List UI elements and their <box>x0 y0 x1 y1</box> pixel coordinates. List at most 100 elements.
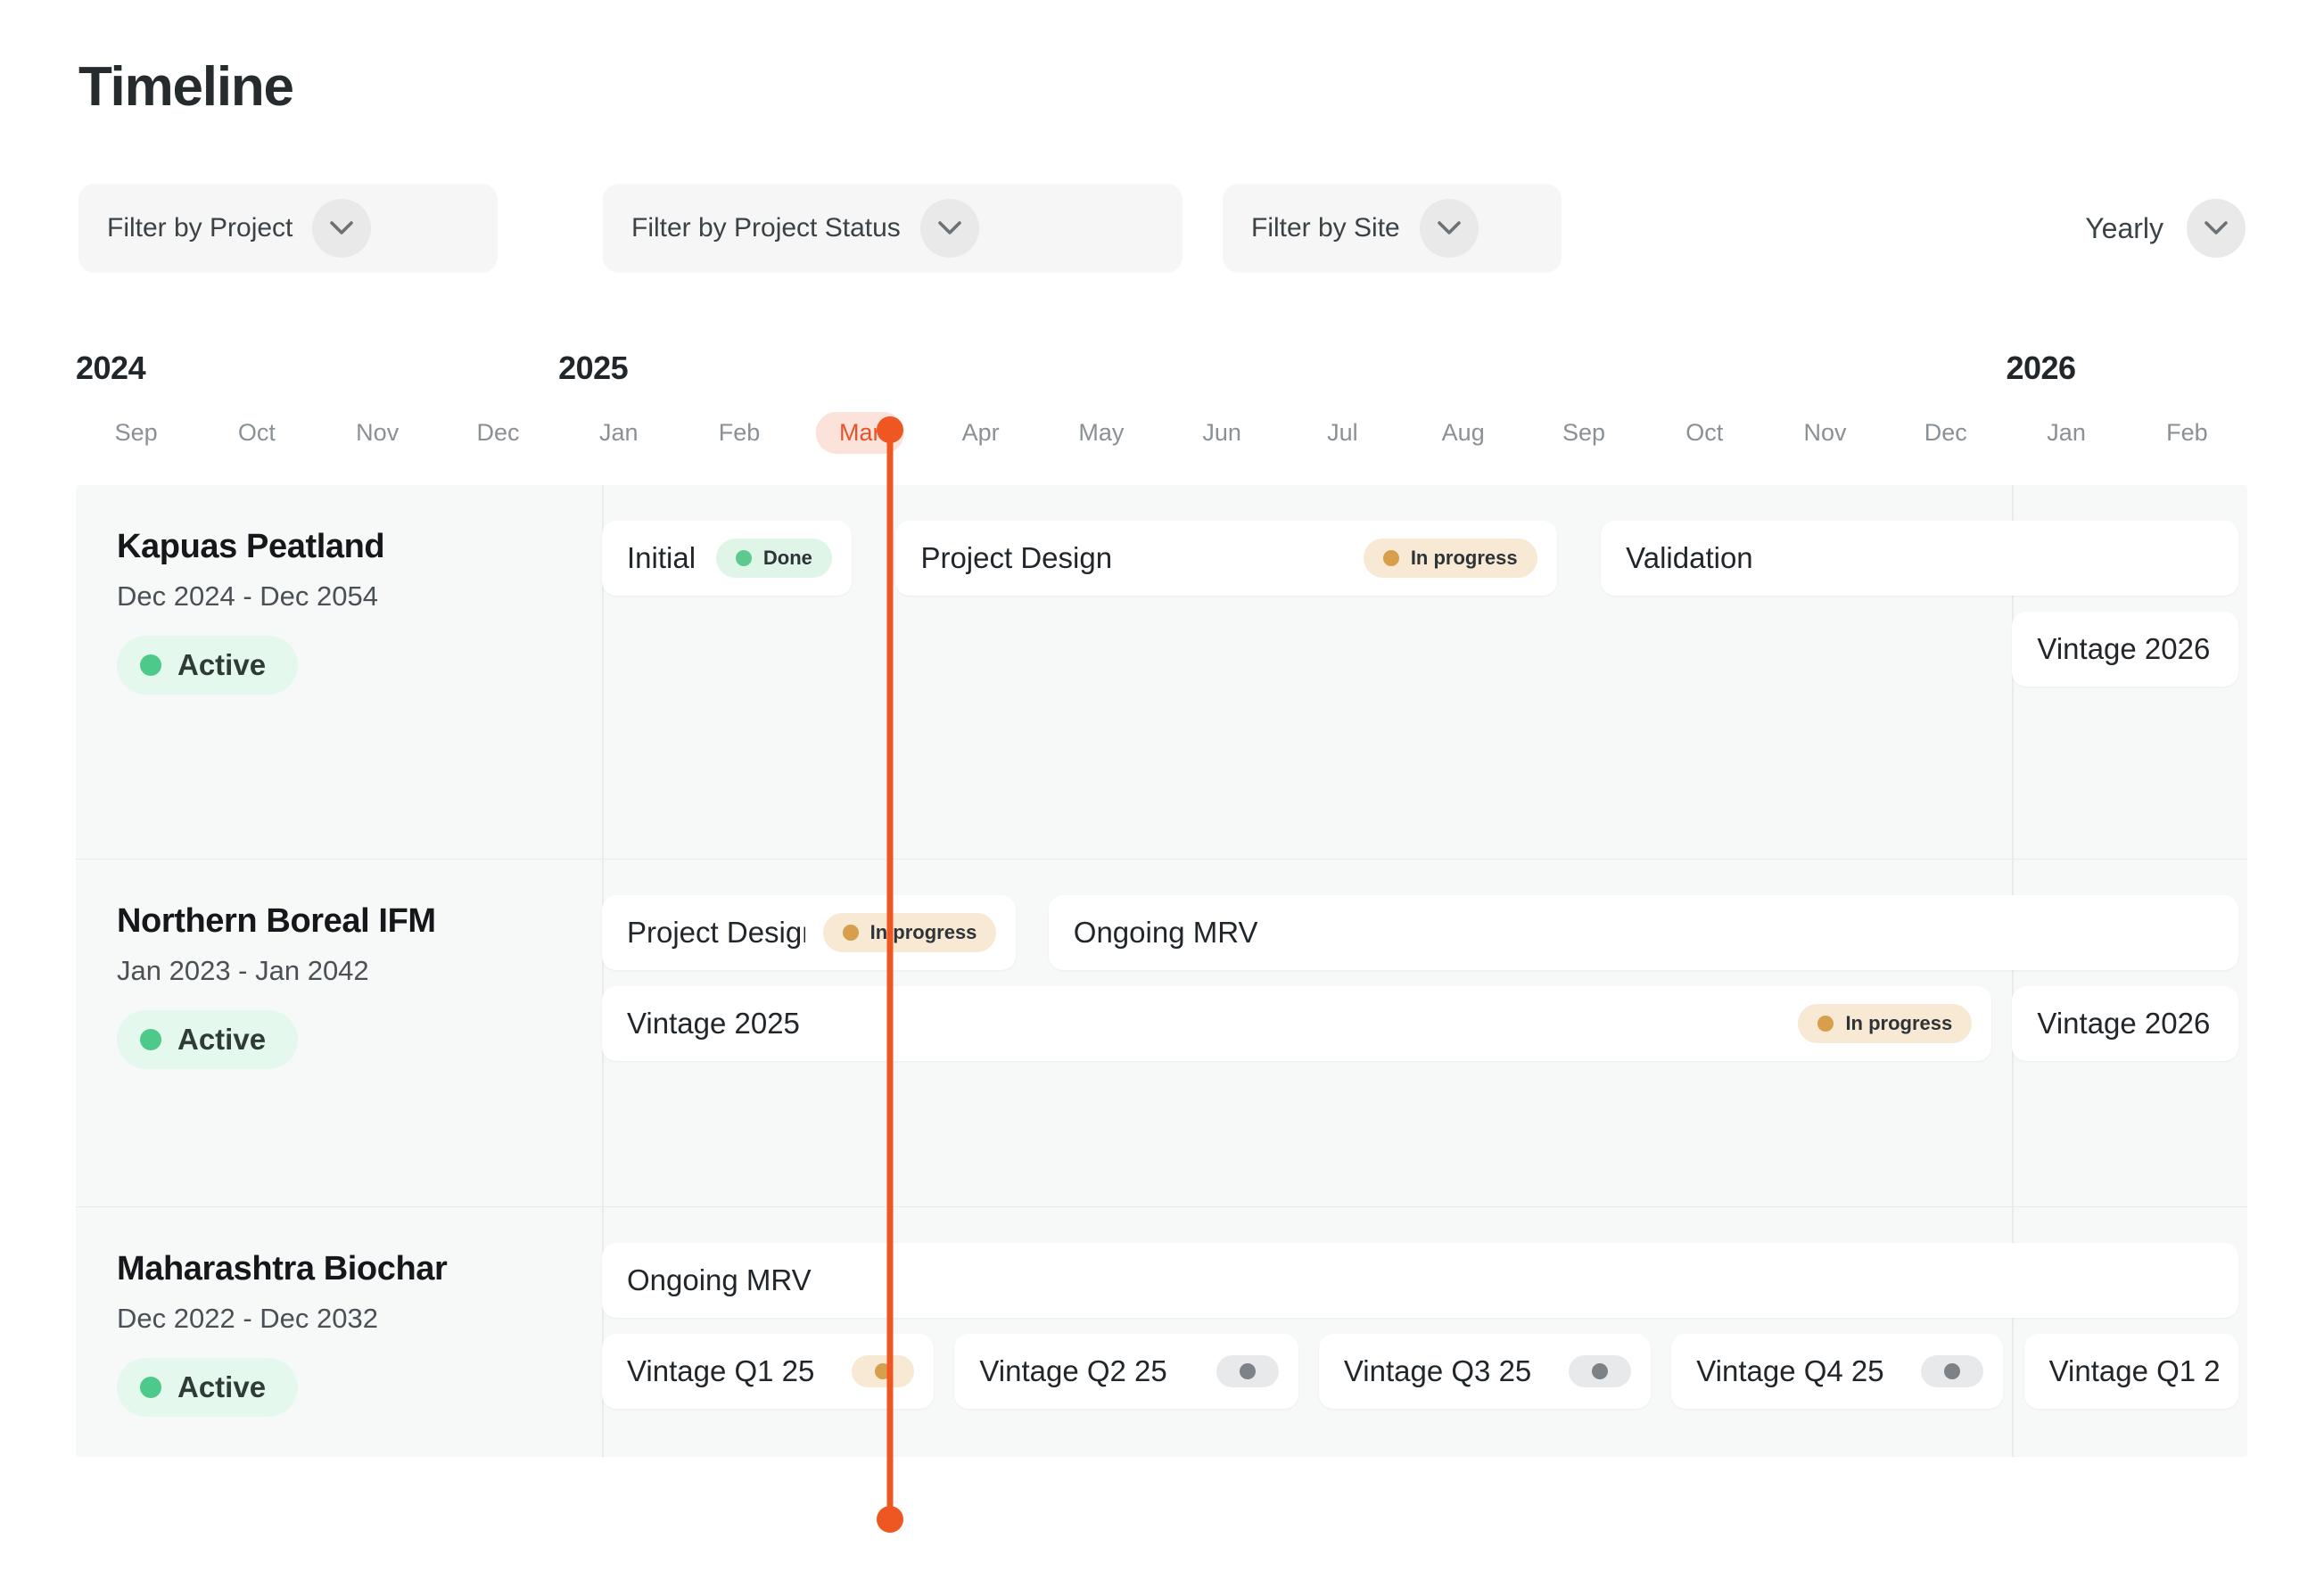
timeline-bar-title: Vintage 2026 <box>2037 1007 2211 1040</box>
project-date-range: Dec 2024 - Dec 2054 <box>117 580 378 612</box>
month-label[interactable]: Jan <box>599 419 639 447</box>
timeline-bar[interactable]: Project Design In progress <box>895 521 1557 596</box>
lane: Vintage 2025 In progress Vintage 2026 <box>602 986 2247 1061</box>
month-label[interactable]: Jan <box>2047 419 2086 447</box>
lane: Initial... Done Project Design In progress V… <box>602 521 2247 596</box>
row-label: Maharashtra Biochar Dec 2022 - Dec 2032 Ac… <box>76 1207 602 1457</box>
badge-label: In progress <box>869 921 977 943</box>
month-label[interactable]: Oct <box>238 419 276 447</box>
month-label[interactable]: Sep <box>115 419 158 447</box>
timeline-bar[interactable]: Vintage Q1 25 <box>602 1334 935 1409</box>
timeline-row[interactable]: Kapuas Peatland Dec 2024 - Dec 2054 Active… <box>76 485 2247 860</box>
badge-label: In progress <box>1845 1012 1953 1034</box>
timeline-row[interactable]: Maharashtra Biochar Dec 2022 - Dec 2032 Ac… <box>76 1207 2247 1457</box>
month-label[interactable]: Jun <box>1202 419 1241 447</box>
month-label[interactable]: Nov <box>1804 419 1847 447</box>
project-name: Kapuas Peatland <box>117 528 385 565</box>
timeline-grid: Kapuas Peatland Dec 2024 - Dec 2054 Active… <box>76 485 2247 1457</box>
status-dot-icon <box>140 1029 161 1050</box>
timeline-bar[interactable]: Initial... Done <box>602 521 852 596</box>
timeline-bar[interactable]: Vintage 2025 In progress <box>602 986 1992 1061</box>
project-name: Northern Boreal IFM <box>117 902 436 940</box>
timeline-bar-title: Vintage Q1 25 <box>627 1354 815 1387</box>
filter-bar: Filter by Project Filter by Project Stat… <box>78 184 2246 273</box>
timeline-bar-title: Initial... <box>627 541 698 574</box>
month-label-current[interactable]: Mar <box>816 412 904 454</box>
lane: Ongoing MRV <box>602 1243 2247 1318</box>
badge-label: Done <box>762 547 812 569</box>
timeline-bar-title: Project Design <box>627 916 805 949</box>
lane-area: Ongoing MRV Vintage Q1 25 Vintage Q2 25 Vin… <box>602 1207 2247 1457</box>
badge-dot-icon <box>1817 1016 1834 1032</box>
month-label[interactable]: Jul <box>1327 419 1358 447</box>
month-label[interactable]: May <box>1078 419 1124 447</box>
timeline-bar-title: Ongoing MRV <box>1073 916 1258 949</box>
timeline-bar-title: Ongoing MRV <box>627 1263 812 1296</box>
status-label: Active <box>177 648 267 681</box>
timeline-bar[interactable]: Vintage Q2 25 <box>954 1334 1298 1409</box>
timeline-bar-title: Validation <box>1626 541 1753 574</box>
month-label[interactable]: Dec <box>1924 419 1967 447</box>
badge-dot-icon <box>842 925 859 941</box>
timeline-bar-badge <box>1216 1355 1279 1387</box>
filter-by-site-label: Filter by Site <box>1251 213 1400 243</box>
filter-by-project-status-label: Filter by Project Status <box>631 213 901 243</box>
badge-dot-icon <box>1944 1363 1961 1379</box>
status-label: Active <box>177 1023 267 1056</box>
timeline-bar[interactable]: Vintage 2026 <box>2012 986 2238 1061</box>
filter-by-project-status[interactable]: Filter by Project Status <box>603 184 1183 273</box>
project-name: Maharashtra Biochar <box>117 1250 448 1287</box>
month-label[interactable]: Oct <box>1685 419 1723 447</box>
timeline-bar-title: Vintage Q2 25 <box>979 1354 1167 1387</box>
chevron-down-icon[interactable] <box>919 199 979 258</box>
badge-dot-icon <box>1382 550 1399 566</box>
lane: Project Design In progress Ongoing MRV <box>602 895 2247 970</box>
today-marker-dot-bottom <box>877 1506 904 1533</box>
month-label[interactable]: Apr <box>962 419 1000 447</box>
month-label[interactable]: Nov <box>356 419 399 447</box>
timeline-bar[interactable]: Ongoing MRV <box>1048 895 2238 970</box>
timeline-bar-badge: In progress <box>1363 539 1537 578</box>
month-label[interactable]: Aug <box>1442 419 1485 447</box>
filter-by-site[interactable]: Filter by Site <box>1223 184 1562 273</box>
timeline-bar[interactable]: Ongoing MRV <box>602 1243 2238 1318</box>
timeline-bar[interactable]: Vintage Q1 26 <box>2023 1334 2238 1409</box>
timeline-bar-title: Vintage Q3 25 <box>1343 1354 1532 1387</box>
year-axis: 2024 2025 2026 <box>76 350 2247 401</box>
timeline-bar-title: Project Design <box>920 541 1113 574</box>
range-picker[interactable]: Yearly <box>2085 184 2246 273</box>
timeline-bar-badge <box>1569 1355 1632 1387</box>
year-label: 2024 <box>76 350 146 386</box>
badge-dot-icon <box>1592 1363 1609 1379</box>
lane-area: Project Design In progress Ongoing MRV Vint… <box>602 860 2247 1206</box>
lane-area: Initial... Done Project Design In progress V… <box>602 485 2247 859</box>
timeline-bar-title: Vintage Q4 25 <box>1696 1354 1884 1387</box>
timeline-bar[interactable]: Vintage 2026 <box>2012 612 2238 687</box>
month-label[interactable]: Dec <box>476 419 519 447</box>
chevron-down-icon[interactable] <box>1419 199 1479 258</box>
lane: Vintage 2026 <box>602 612 2247 687</box>
month-label[interactable]: Feb <box>2166 419 2208 447</box>
timeline-bar[interactable]: Vintage Q3 25 <box>1318 1334 1652 1409</box>
page-title: Timeline <box>78 56 294 118</box>
timeline-row[interactable]: Northern Boreal IFM Jan 2023 - Jan 2042 Ac… <box>76 860 2247 1207</box>
timeline-bar[interactable]: Vintage Q4 25 <box>1671 1334 2004 1409</box>
timeline-bar[interactable]: Validation <box>1601 521 2238 596</box>
chevron-down-icon[interactable] <box>2187 199 2246 258</box>
badge-dot-icon <box>1239 1363 1256 1379</box>
filter-by-project[interactable]: Filter by Project <box>78 184 498 273</box>
chevron-down-icon[interactable] <box>312 199 372 258</box>
range-picker-label: Yearly <box>2085 211 2163 244</box>
timeline-bar[interactable]: Project Design In progress <box>602 895 1017 970</box>
status-badge: Active <box>117 1010 299 1069</box>
status-dot-icon <box>140 1377 161 1398</box>
timeline-bar-badge: In progress <box>1798 1004 1973 1043</box>
month-label[interactable]: Sep <box>1562 419 1605 447</box>
timeline-page: Timeline Filter by Project Filter by Pro… <box>0 0 2324 1596</box>
row-label: Kapuas Peatland Dec 2024 - Dec 2054 Active <box>76 485 602 859</box>
month-label[interactable]: Feb <box>719 419 761 447</box>
badge-label: In progress <box>1410 547 1518 569</box>
timeline-bar-badge: In progress <box>822 913 997 952</box>
status-label: Active <box>177 1370 267 1403</box>
lane: Vintage Q1 25 Vintage Q2 25 Vintage Q3 25 V… <box>602 1334 2247 1409</box>
